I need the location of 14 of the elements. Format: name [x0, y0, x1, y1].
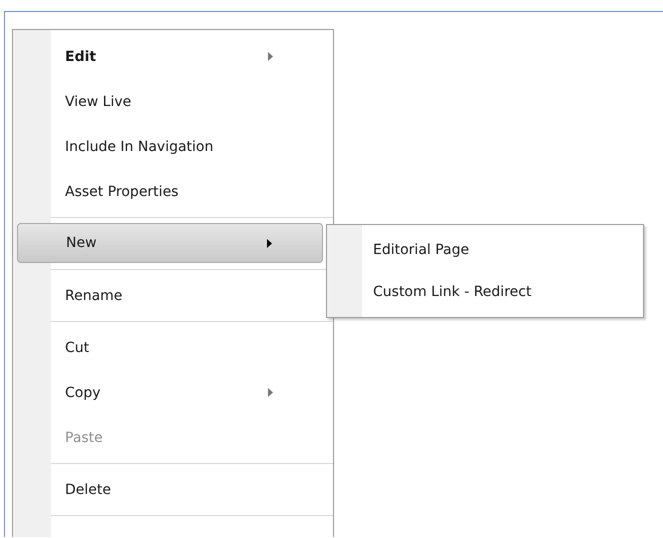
submenu-arrow-icon: [267, 238, 272, 248]
submenu-arrow-icon: [268, 52, 273, 61]
menu-item[interactable]: Editorial Page: [327, 229, 643, 271]
menu-item[interactable]: Asset Properties: [13, 169, 323, 214]
menu-item[interactable]: Copy: [13, 370, 323, 415]
menu-item[interactable]: View Live: [13, 79, 323, 124]
menu-item[interactable]: Edit: [13, 34, 323, 79]
menu-item[interactable]: Custom Link - Redirect: [327, 271, 643, 313]
menu-item[interactable]: Delete: [13, 467, 323, 512]
submenu-arrow-icon: [268, 388, 273, 397]
menu-item[interactable]: Cut: [13, 325, 323, 370]
menu-item[interactable]: New: [17, 223, 323, 263]
menu-item[interactable]: Include In Navigation: [13, 124, 323, 169]
menu-item[interactable]: Rename: [13, 273, 323, 318]
